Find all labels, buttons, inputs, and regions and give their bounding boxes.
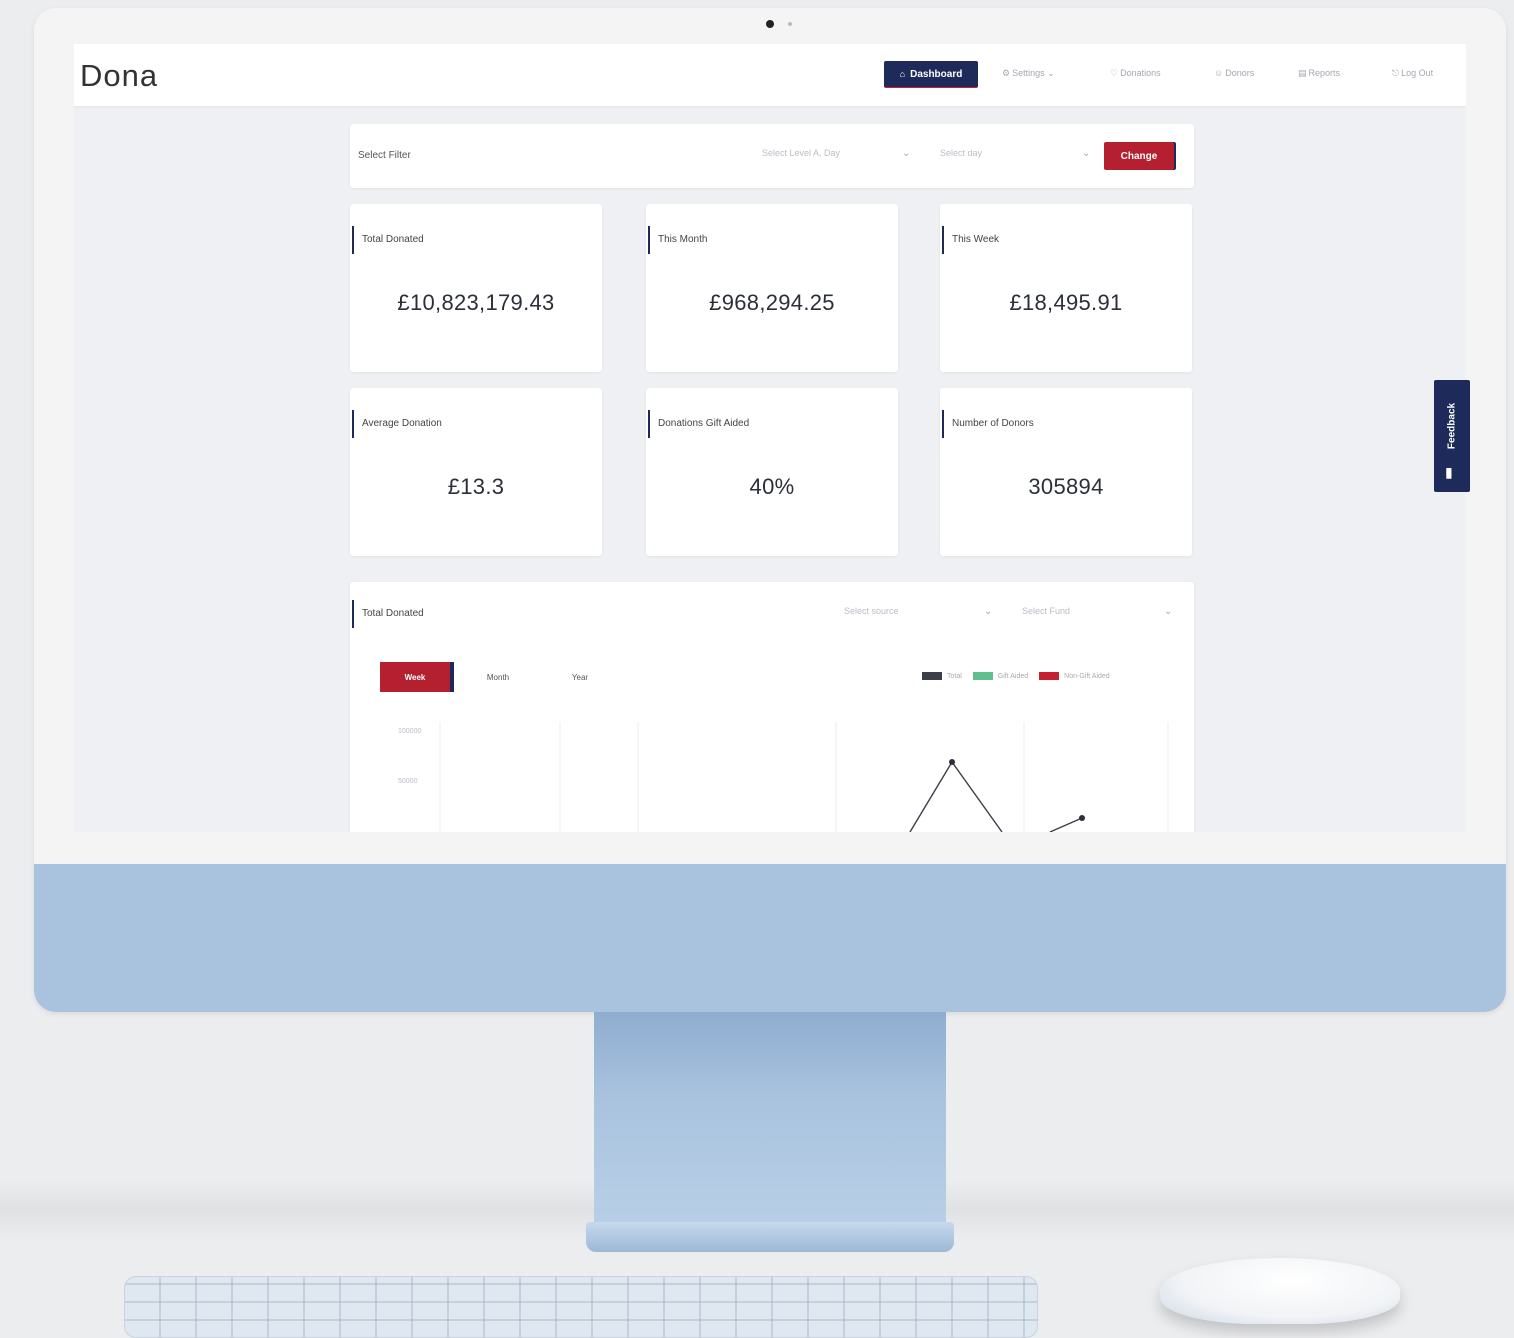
gift-icon: ♡ xyxy=(1110,68,1119,78)
monitor-stand xyxy=(594,1012,946,1226)
screen: Dona ⌂ Dashboard ⚙ Settings ⌄ ♡ Donations … xyxy=(74,44,1466,832)
stat-value: £18,495.91 xyxy=(1009,290,1123,315)
nav-logout-label: Log Out xyxy=(1401,68,1434,78)
stat-value: £10,823,179.43 xyxy=(397,290,555,315)
nav-settings-label: Settings xyxy=(1012,68,1045,78)
series-line-total xyxy=(909,760,1003,832)
monitor-stand-base xyxy=(586,1222,954,1252)
stat-value: £13.3 xyxy=(447,474,505,499)
chevron-down-icon: ⌄ xyxy=(902,148,911,159)
nav-donors-label: Donors xyxy=(1225,68,1255,78)
nav-donations[interactable]: ♡ Donations xyxy=(1110,68,1161,79)
monitor-chin xyxy=(34,864,1506,1012)
stat-title: Total Donated xyxy=(352,226,424,254)
logout-icon: ⎋ xyxy=(1392,68,1400,78)
stat-card-this-week: This Week £18,495.91 xyxy=(940,204,1192,372)
stat-value: 305894 xyxy=(1028,474,1104,499)
select-day-placeholder: Select day xyxy=(940,148,983,158)
brand-logo[interactable]: Dona xyxy=(80,58,158,94)
stat-card-average-donation: Average Donation £13.3 xyxy=(350,388,602,556)
nav-dashboard-button[interactable]: ⌂ Dashboard xyxy=(884,61,978,87)
mouse xyxy=(1160,1258,1400,1324)
chevron-down-icon: ⌄ xyxy=(1082,148,1091,159)
filter-bar: Select Filter Select Level A, Day ⌄ Sele… xyxy=(350,124,1194,188)
chevron-down-icon: ⌄ xyxy=(1047,68,1055,78)
filter-label: Select Filter xyxy=(358,150,411,161)
stat-title: Number of Donors xyxy=(942,410,1034,438)
stat-title: Donations Gift Aided xyxy=(648,410,749,438)
nav-dashboard-label: Dashboard xyxy=(910,68,963,80)
stat-title: This Week xyxy=(942,226,999,254)
webcam-light xyxy=(788,22,792,26)
select-day-dropdown[interactable]: Select day ⌄ xyxy=(940,148,1091,159)
nav-donors[interactable]: ☺ Donors xyxy=(1214,68,1254,78)
gear-icon: ⚙ xyxy=(1002,68,1011,78)
feedback-label: Feedback xyxy=(1446,402,1458,450)
select-date-dropdown[interactable]: Select Level A, Day ⌄ xyxy=(762,148,912,159)
stat-title: Average Donation xyxy=(352,410,442,438)
stat-value: 40% xyxy=(749,474,795,499)
nav-donations-label: Donations xyxy=(1120,68,1161,78)
stat-card-number-of-donors: Number of Donors 305894 xyxy=(940,388,1192,556)
nav-reports-label: Reports xyxy=(1308,68,1341,78)
data-point[interactable] xyxy=(1079,815,1085,821)
feedback-tab[interactable]: Feedback ▮ xyxy=(1434,380,1470,492)
stat-card-total-donated: Total Donated £10,823,179.43 xyxy=(350,204,602,372)
user-icon: ☺ xyxy=(1214,68,1224,78)
top-navbar: Dona ⌂ Dashboard ⚙ Settings ⌄ ♡ Donations … xyxy=(74,44,1466,106)
nav-logout[interactable]: ⎋ Log Out xyxy=(1392,68,1433,79)
series-line-total-segment xyxy=(1049,817,1083,832)
megaphone-icon: ▮ xyxy=(1445,464,1453,480)
change-button[interactable]: Change xyxy=(1104,142,1174,170)
stat-title: This Month xyxy=(648,226,707,254)
nav-settings[interactable]: ⚙ Settings ⌄ xyxy=(1002,68,1055,79)
home-icon: ⌂ xyxy=(899,69,906,79)
chart-icon: ▤ xyxy=(1298,68,1307,78)
nav-reports[interactable]: ▤ Reports xyxy=(1298,68,1340,79)
stat-value: £968,294.25 xyxy=(709,290,835,315)
select-date-placeholder: Select Level A, Day xyxy=(762,148,841,158)
data-point[interactable] xyxy=(949,759,955,765)
line-chart xyxy=(439,722,1169,832)
total-donated-chart-panel: Total Donated Select source ⌄ Select Fun… xyxy=(350,582,1194,832)
stat-card-this-month: This Month £968,294.25 xyxy=(646,204,898,372)
webcam xyxy=(766,20,774,28)
stat-card-gift-aided: Donations Gift Aided 40% xyxy=(646,388,898,556)
